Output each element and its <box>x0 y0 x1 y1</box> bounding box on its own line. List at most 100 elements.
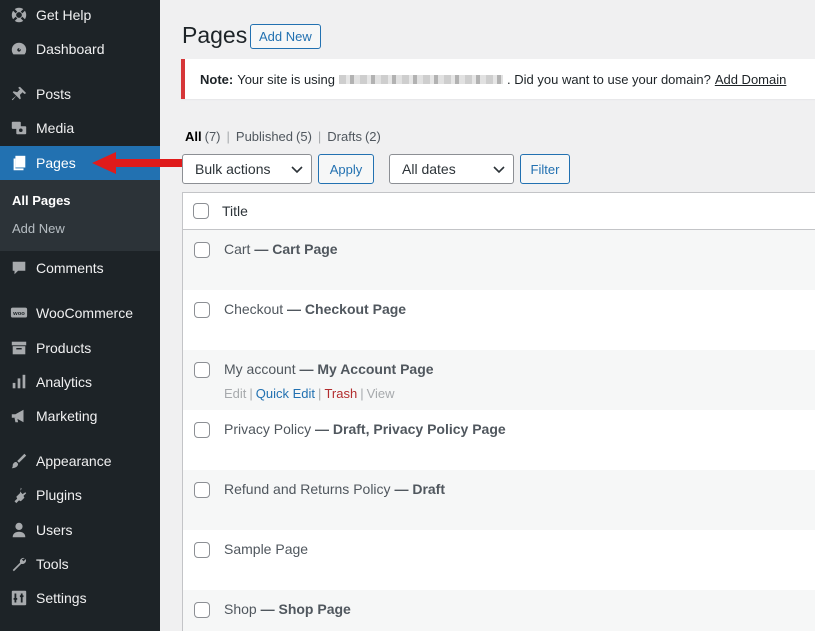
media-icon <box>0 111 36 145</box>
row-checkbox[interactable] <box>194 242 210 258</box>
notice-prefix: Note: <box>200 71 234 87</box>
page-title-link[interactable]: My account <box>224 361 296 377</box>
select-all-checkbox[interactable] <box>193 203 209 219</box>
table-row: Refund and Returns Policy — Draft <box>183 470 815 530</box>
row-title: My account — My Account Page <box>224 361 434 377</box>
redacted-domain <box>339 74 504 84</box>
status-filter-links: All (7) | Published (5) | Drafts (2) <box>185 129 381 144</box>
sidebar-item-marketing[interactable]: Marketing <box>0 399 160 433</box>
sidebar-item-analytics[interactable]: Analytics <box>0 365 160 399</box>
pages-icon <box>0 146 36 180</box>
sidebar-item-label: Analytics <box>36 374 93 390</box>
sidebar-item-label: Marketing <box>36 408 98 424</box>
row-checkbox[interactable] <box>194 602 210 618</box>
megaphone-icon <box>0 399 36 433</box>
page-title-link[interactable]: Sample Page <box>224 541 308 557</box>
row-checkbox[interactable] <box>194 362 210 378</box>
sidebar-item-woocommerce[interactable]: woo WooCommerce <box>0 296 160 330</box>
row-checkbox[interactable] <box>194 542 210 558</box>
analytics-icon <box>0 365 36 399</box>
sidebar-item-get-help[interactable]: Get Help <box>0 0 160 32</box>
table-row: Sample Page <box>183 530 815 590</box>
sidebar-item-plugins[interactable]: Plugins <box>0 478 160 512</box>
sidebar-item-settings[interactable]: Settings <box>0 581 160 615</box>
sidebar-item-dashboard[interactable]: Dashboard <box>0 32 160 66</box>
sidebar-item-comments[interactable]: Comments <box>0 251 160 285</box>
bulk-actions-select[interactable]: Bulk actions <box>182 154 312 184</box>
row-checkbox[interactable] <box>194 422 210 438</box>
sidebar-item-label: Products <box>36 340 92 356</box>
sidebar-item-products[interactable]: Products <box>0 331 160 365</box>
page-title-link[interactable]: Cart <box>224 241 250 257</box>
page-title-link[interactable]: Shop <box>224 601 257 617</box>
filter-all[interactable]: All <box>185 129 202 144</box>
user-icon <box>0 513 36 547</box>
woocommerce-icon: woo <box>0 296 36 330</box>
admin-sidebar: Get Help Dashboard Posts Media Pages All… <box>0 0 160 631</box>
quick-edit-link[interactable]: Quick Edit <box>256 386 315 401</box>
submenu-item-all-pages[interactable]: All Pages <box>12 193 71 208</box>
sidebar-item-label: Comments <box>36 260 104 276</box>
edit-link[interactable]: Edit <box>224 386 246 401</box>
sidebar-item-posts[interactable]: Posts <box>0 77 160 111</box>
row-checkbox[interactable] <box>194 302 210 318</box>
archive-icon <box>0 331 36 365</box>
sidebar-item-label: Media <box>36 120 75 136</box>
row-title: Cart — Cart Page <box>224 241 338 257</box>
apply-button[interactable]: Apply <box>318 154 374 184</box>
comments-icon <box>0 251 36 285</box>
filter-button[interactable]: Filter <box>520 154 570 184</box>
sidebar-item-label: Posts <box>36 86 72 102</box>
sidebar-item-users[interactable]: Users <box>0 513 160 547</box>
add-new-button[interactable]: Add New <box>250 24 321 49</box>
page-title-link[interactable]: Checkout <box>224 301 283 317</box>
table-row: Checkout — Checkout Page <box>183 290 815 350</box>
submenu-item-add-new[interactable]: Add New <box>12 221 65 236</box>
sidebar-item-media[interactable]: Media <box>0 111 160 145</box>
dashboard-icon <box>0 32 36 66</box>
sidebar-item-label: Users <box>36 522 73 538</box>
table-row: Cart — Cart Page <box>183 230 815 290</box>
sidebar-item-label: WooCommerce <box>36 305 133 321</box>
page-title-link[interactable]: Privacy Policy <box>224 421 311 437</box>
main-content: Pages Add New Note: Your site is using .… <box>160 0 815 631</box>
row-title: Privacy Policy — Draft, Privacy Policy P… <box>224 421 506 437</box>
wrench-icon <box>0 547 36 581</box>
dates-select[interactable]: All dates <box>389 154 514 184</box>
row-actions: Edit | Quick Edit | Trash | View <box>224 386 395 401</box>
post-state: — My Account Page <box>299 361 434 377</box>
paintbrush-icon <box>0 444 36 478</box>
column-title[interactable]: Title <box>222 203 248 219</box>
trash-link[interactable]: Trash <box>324 386 357 401</box>
page-title: Pages <box>182 22 248 48</box>
domain-notice: Note: Your site is using . Did you want … <box>181 59 815 99</box>
row-title: Checkout — Checkout Page <box>224 301 406 317</box>
post-state: — Shop Page <box>260 601 351 617</box>
separator: | <box>249 386 253 401</box>
sidebar-item-tools[interactable]: Tools <box>0 547 160 581</box>
table-row: My account — My Account Page Edit | Quick … <box>183 350 815 410</box>
filter-published-count: (5) <box>296 129 312 144</box>
separator: | <box>360 386 364 401</box>
page-title-link[interactable]: Refund and Returns Policy <box>224 481 391 497</box>
pushpin-icon <box>0 77 36 111</box>
filter-published[interactable]: Published <box>236 129 293 144</box>
bulk-actions-value: Bulk actions <box>195 161 271 177</box>
table-header: Title <box>183 193 815 230</box>
svg-text:woo: woo <box>12 311 25 317</box>
row-checkbox[interactable] <box>194 482 210 498</box>
pages-submenu: All Pages Add New <box>0 180 160 251</box>
notice-text-after: . Did you want to use your domain? <box>507 71 711 87</box>
row-title: Refund and Returns Policy — Draft <box>224 481 445 497</box>
filter-drafts[interactable]: Drafts <box>327 129 362 144</box>
sidebar-item-label: Appearance <box>36 453 112 469</box>
add-domain-link[interactable]: Add Domain <box>715 72 787 87</box>
sidebar-item-appearance[interactable]: Appearance <box>0 444 160 478</box>
get-help-icon <box>0 0 36 32</box>
sidebar-item-label: Plugins <box>36 487 82 503</box>
notice-text-before: Your site is using <box>237 71 336 87</box>
post-state: — Draft <box>394 481 445 497</box>
filter-all-count: (7) <box>204 129 221 144</box>
pages-table: Title Cart — Cart Page Checkout — Checko… <box>182 192 815 631</box>
view-link[interactable]: View <box>367 386 395 401</box>
